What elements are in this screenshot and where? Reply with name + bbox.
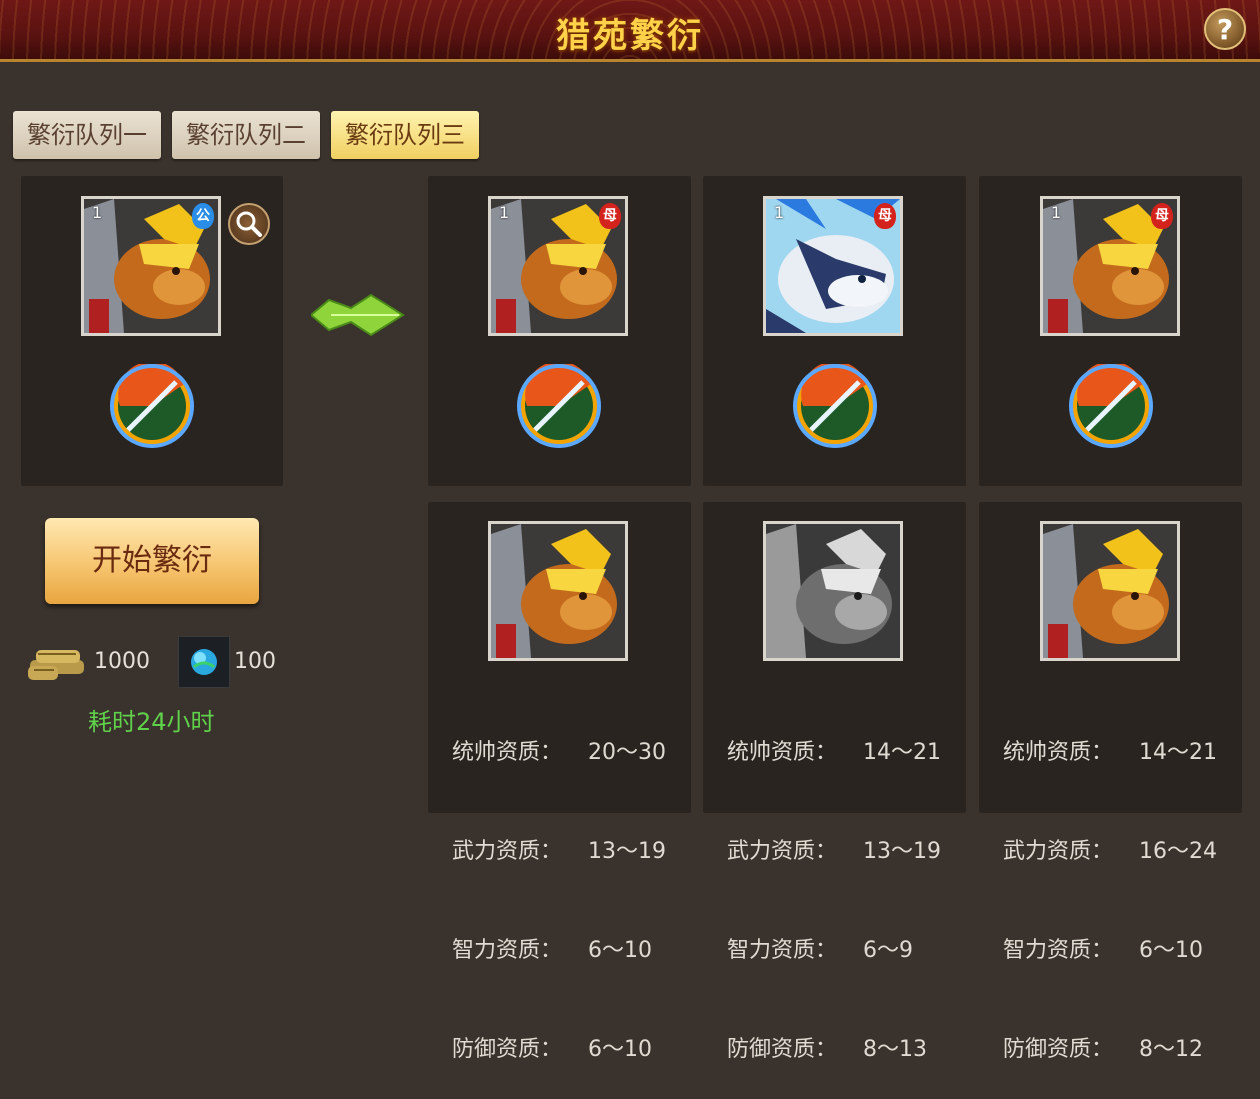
fire-skill-icon[interactable] bbox=[1069, 361, 1153, 448]
grain-cost: 1000 bbox=[94, 649, 150, 674]
male-gender-icon: 公 bbox=[192, 203, 214, 229]
stat-row-force: 武力资质： 13～19 bbox=[727, 839, 941, 864]
page-title: 猎苑繁衍 bbox=[556, 16, 704, 56]
stat-row-intellect: 智力资质： 6～9 bbox=[727, 938, 913, 963]
tab-queue-2[interactable]: 繁衍队列二 bbox=[172, 111, 320, 159]
offspring-card-2[interactable]: 1 母 bbox=[763, 196, 903, 336]
golden-bear-icon bbox=[491, 524, 625, 658]
result-card-3[interactable] bbox=[1040, 521, 1180, 661]
stat-row-command: 统帅资质： 14～21 bbox=[727, 740, 941, 765]
stat-row-intellect: 智力资质： 6～10 bbox=[452, 938, 652, 963]
gray-bear-icon bbox=[766, 524, 900, 658]
stats-block-2: 统帅资质： 14～21 武力资质： 13～19 智力资质： 6～9 防御资质： 8～13 bbox=[727, 670, 941, 1099]
start-breeding-button[interactable]: 开始繁衍 bbox=[45, 518, 259, 604]
fire-skill-icon[interactable] bbox=[110, 361, 194, 448]
parent-pet-card[interactable]: 1 公 bbox=[81, 196, 221, 336]
stat-row-force: 武力资质： 16～24 bbox=[1003, 839, 1217, 864]
stat-row-command: 统帅资质： 20～30 bbox=[452, 740, 666, 765]
stat-row-force: 武力资质： 13～19 bbox=[452, 839, 666, 864]
stats-block-1: 统帅资质： 20～30 武力资质： 13～19 智力资质： 6～10 防御资质： 6～1… bbox=[452, 670, 666, 1099]
tab-queue-1[interactable]: 繁衍队列一 bbox=[13, 111, 161, 159]
result-card-2[interactable] bbox=[763, 521, 903, 661]
offspring-card-3[interactable]: 1 母 bbox=[1040, 196, 1180, 336]
result-card-1[interactable] bbox=[488, 521, 628, 661]
question-icon[interactable]: ? bbox=[1204, 8, 1246, 50]
level-label: 1 bbox=[1051, 203, 1062, 222]
tab-queue-3[interactable]: 繁衍队列三 bbox=[331, 111, 479, 159]
grain-sacks-icon bbox=[28, 650, 84, 680]
stat-row-defense: 防御资质： 6～10 bbox=[452, 1037, 652, 1062]
fire-skill-icon[interactable] bbox=[793, 361, 877, 448]
female-gender-icon: 母 bbox=[1151, 203, 1173, 229]
arrow-right-icon bbox=[311, 293, 405, 337]
level-label: 1 bbox=[92, 203, 103, 222]
offspring-card-1[interactable]: 1 母 bbox=[488, 196, 628, 336]
female-gender-icon: 母 bbox=[874, 203, 896, 229]
stat-row-intellect: 智力资质： 6～10 bbox=[1003, 938, 1203, 963]
stat-row-defense: 防御资质： 8～13 bbox=[727, 1037, 927, 1062]
title-bar: 猎苑繁衍 ? bbox=[0, 0, 1260, 62]
golden-bear-icon bbox=[1043, 524, 1177, 658]
duration-label: 耗时24小时 bbox=[88, 708, 215, 736]
stats-block-3: 统帅资质： 14～21 武力资质： 16～24 智力资质： 6～10 防御资质： 8～1… bbox=[1003, 670, 1217, 1099]
level-label: 1 bbox=[774, 203, 785, 222]
fire-skill-icon[interactable] bbox=[517, 361, 601, 448]
level-label: 1 bbox=[499, 203, 510, 222]
stat-row-defense: 防御资质： 8～12 bbox=[1003, 1037, 1203, 1062]
stat-row-command: 统帅资质： 14～21 bbox=[1003, 740, 1217, 765]
search-icon[interactable] bbox=[228, 203, 270, 245]
orb-cost: 100 bbox=[234, 649, 276, 674]
blue-orb-icon bbox=[178, 636, 230, 688]
female-gender-icon: 母 bbox=[599, 203, 621, 229]
